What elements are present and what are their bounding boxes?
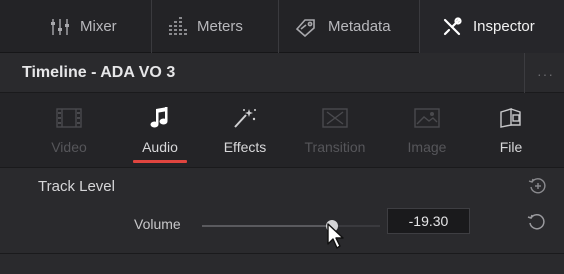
tab-audio-label: Audio	[142, 139, 178, 155]
tab-file-label: File	[499, 139, 523, 155]
meters-label: Meters	[197, 18, 243, 35]
panel-title: Timeline - ADA VO 3	[22, 64, 176, 81]
tab-image-label: Image	[407, 139, 447, 155]
top-toolbar: Mixer Meters Metadata Inspector	[0, 0, 564, 53]
tab-file[interactable]: File	[466, 93, 556, 167]
next-section-strip	[0, 253, 564, 274]
tab-video-label: Video	[51, 139, 87, 155]
inspector-button[interactable]: Inspector	[420, 0, 564, 53]
section-reset-icon[interactable]	[528, 176, 548, 201]
meters-button[interactable]: Meters	[152, 0, 279, 53]
tab-transition[interactable]: Transition	[290, 93, 380, 167]
tab-audio[interactable]: Audio	[115, 93, 205, 167]
metadata-label: Metadata	[328, 18, 391, 35]
tab-effects[interactable]: Effects	[200, 93, 290, 167]
video-icon	[24, 107, 114, 129]
inspector-label: Inspector	[473, 18, 535, 35]
title-divider	[524, 53, 525, 93]
volume-value-field[interactable]: -19.30	[387, 208, 470, 234]
inspector-tabs: Video Audio Effects Transition Image Fil…	[0, 93, 564, 167]
mixer-icon	[50, 18, 70, 36]
volume-reset-icon[interactable]	[527, 212, 547, 237]
volume-slider-fill	[202, 225, 332, 227]
mouse-pointer-icon	[326, 222, 346, 255]
magic-wand-icon	[200, 107, 290, 129]
inspector-tools-icon	[441, 16, 463, 38]
track-level-title: Track Level	[38, 178, 115, 195]
image-icon	[382, 107, 472, 129]
tab-video[interactable]: Video	[24, 93, 114, 167]
mixer-label: Mixer	[80, 18, 117, 35]
mixer-button[interactable]: Mixer	[0, 0, 152, 53]
music-note-icon	[115, 107, 205, 129]
metadata-button[interactable]: Metadata	[279, 0, 420, 53]
tab-effects-label: Effects	[223, 139, 267, 155]
tab-image[interactable]: Image	[382, 93, 472, 167]
metadata-tag-icon	[294, 17, 318, 37]
track-level-section: Track Level Volume -19.30	[0, 167, 564, 253]
more-options-button[interactable]: ···	[537, 66, 554, 82]
file-icon	[466, 107, 556, 129]
volume-label: Volume	[134, 216, 181, 232]
transition-icon	[290, 107, 380, 129]
tab-transition-label: Transition	[304, 139, 366, 155]
inspector-title-bar: Timeline - ADA VO 3 ···	[0, 53, 564, 93]
active-tab-underline	[133, 160, 187, 163]
meters-icon	[167, 16, 187, 37]
volume-slider[interactable]	[202, 220, 380, 232]
